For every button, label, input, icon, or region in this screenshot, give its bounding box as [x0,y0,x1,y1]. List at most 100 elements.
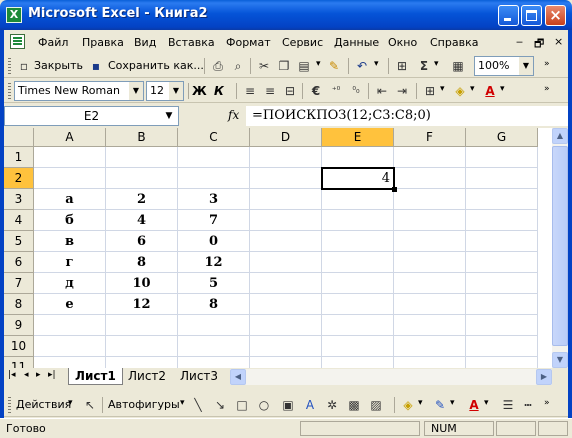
autoshapes-dropdown-icon[interactable]: ▾ [180,398,190,412]
paste-icon[interactable]: ▤ [296,58,312,74]
cell-a11[interactable] [34,357,106,368]
cell-d7[interactable] [250,273,322,294]
select-objects-icon[interactable]: ↖ [82,397,98,413]
cell-e1[interactable] [322,147,394,168]
cell-a4[interactable]: б [34,210,106,231]
cell-d5[interactable] [250,231,322,252]
row-header-6[interactable]: 6 [4,252,34,273]
cell-f5[interactable] [394,231,466,252]
cell-f8[interactable] [394,294,466,315]
cell-c3[interactable]: 3 [178,189,250,210]
fill-color-icon[interactable]: ◈ [452,83,468,99]
cell-g7[interactable] [466,273,538,294]
chart-wizard-icon[interactable]: ▦ [450,58,466,74]
cell-g2[interactable] [466,168,538,189]
vertical-scrollbar[interactable]: ▲ ▼ [552,128,568,368]
cell-f6[interactable] [394,252,466,273]
toolbar-grip[interactable] [8,83,11,99]
toolbar-options-icon[interactable]: » [544,59,554,73]
cell-e7[interactable] [322,273,394,294]
toolbar-grip[interactable] [8,58,11,74]
column-header-e[interactable]: E [322,128,394,147]
cell-a10[interactable] [34,336,106,357]
cell-g9[interactable] [466,315,538,336]
maximize-button[interactable] [521,5,542,26]
cell-e8[interactable] [322,294,394,315]
cell-a6[interactable]: г [34,252,106,273]
wordart-icon[interactable]: A [302,397,318,413]
align-center-icon[interactable]: ≡ [262,83,278,99]
cell-b11[interactable] [106,357,178,368]
cell-a7[interactable]: д [34,273,106,294]
minimize-button[interactable] [498,5,519,26]
cell-c6[interactable]: 12 [178,252,250,273]
menu-insert[interactable]: Вставка [168,36,215,49]
menu-format[interactable]: Формат [226,36,271,49]
currency-icon[interactable]: € [308,83,324,99]
cell-d11[interactable] [250,357,322,368]
insert-hyperlink-icon[interactable]: ⊞ [394,58,410,74]
row-header-3[interactable]: 3 [4,189,34,210]
cell-c9[interactable] [178,315,250,336]
toolbar-options-icon[interactable]: » [544,398,554,412]
menu-file[interactable]: Файл [38,36,68,49]
cell-g3[interactable] [466,189,538,210]
column-header-a[interactable]: A [34,128,106,147]
column-header-c[interactable]: C [178,128,250,147]
column-header-b[interactable]: B [106,128,178,147]
chevron-down-icon[interactable]: ▼ [519,57,533,75]
cell-g1[interactable] [466,147,538,168]
cell-a9[interactable] [34,315,106,336]
increase-indent-icon[interactable]: ⇥ [394,83,410,99]
scroll-thumb[interactable] [552,146,568,346]
bold-button[interactable]: Ж [192,82,207,100]
zoom-select[interactable]: 100% ▼ [474,56,534,76]
last-sheet-icon[interactable]: ▸| [48,370,56,380]
font-color-dropdown-icon[interactable]: ▾ [484,398,494,412]
row-header-11[interactable]: 11 [4,357,34,368]
cell-f2[interactable] [394,168,466,189]
cell-e6[interactable] [322,252,394,273]
cell-d3[interactable] [250,189,322,210]
diagram-icon[interactable]: ✲ [324,397,340,413]
cell-g8[interactable] [466,294,538,315]
row-header-1[interactable]: 1 [4,147,34,168]
cell-g11[interactable] [466,357,538,368]
cell-d9[interactable] [250,315,322,336]
line-icon[interactable]: ╲ [190,397,206,413]
italic-button[interactable]: К [214,82,224,100]
menu-data[interactable]: Данные [334,36,379,49]
menu-view[interactable]: Вид [134,36,156,49]
scroll-up-icon[interactable]: ▲ [552,128,568,144]
text-box-icon[interactable]: ▣ [280,397,296,413]
cell-f9[interactable] [394,315,466,336]
column-header-f[interactable]: F [394,128,466,147]
undo-icon[interactable]: ↶ [354,58,370,74]
rectangle-icon[interactable]: □ [234,397,250,413]
insert-function-button[interactable]: fx [228,108,239,122]
cell-c2[interactable] [178,168,250,189]
cell-e10[interactable] [322,336,394,357]
row-header-7[interactable]: 7 [4,273,34,294]
cell-e3[interactable] [322,189,394,210]
cell-f10[interactable] [394,336,466,357]
row-header-10[interactable]: 10 [4,336,34,357]
format-painter-icon[interactable]: ✎ [326,58,342,74]
cell-d4[interactable] [250,210,322,231]
tab-sheet2[interactable]: Лист2 [122,368,172,385]
draw-actions-dropdown-icon[interactable]: ▾ [68,398,78,412]
next-sheet-icon[interactable]: ▸ [36,370,41,380]
cell-d10[interactable] [250,336,322,357]
cell-c10[interactable] [178,336,250,357]
menu-window[interactable]: Окно [388,36,417,49]
toolbar-grip[interactable] [8,397,11,413]
formula-input[interactable]: =ПОИСКПОЗ(12;C3:C8;0) [246,106,568,126]
cell-b1[interactable] [106,147,178,168]
insert-picture-icon[interactable]: ▨ [368,397,384,413]
cell-d1[interactable] [250,147,322,168]
font-color-icon[interactable]: A [482,83,498,99]
autosum-dropdown-icon[interactable]: ▾ [434,59,444,73]
cell-e11[interactable] [322,357,394,368]
cut-icon[interactable]: ✂ [256,58,272,74]
cell-g10[interactable] [466,336,538,357]
